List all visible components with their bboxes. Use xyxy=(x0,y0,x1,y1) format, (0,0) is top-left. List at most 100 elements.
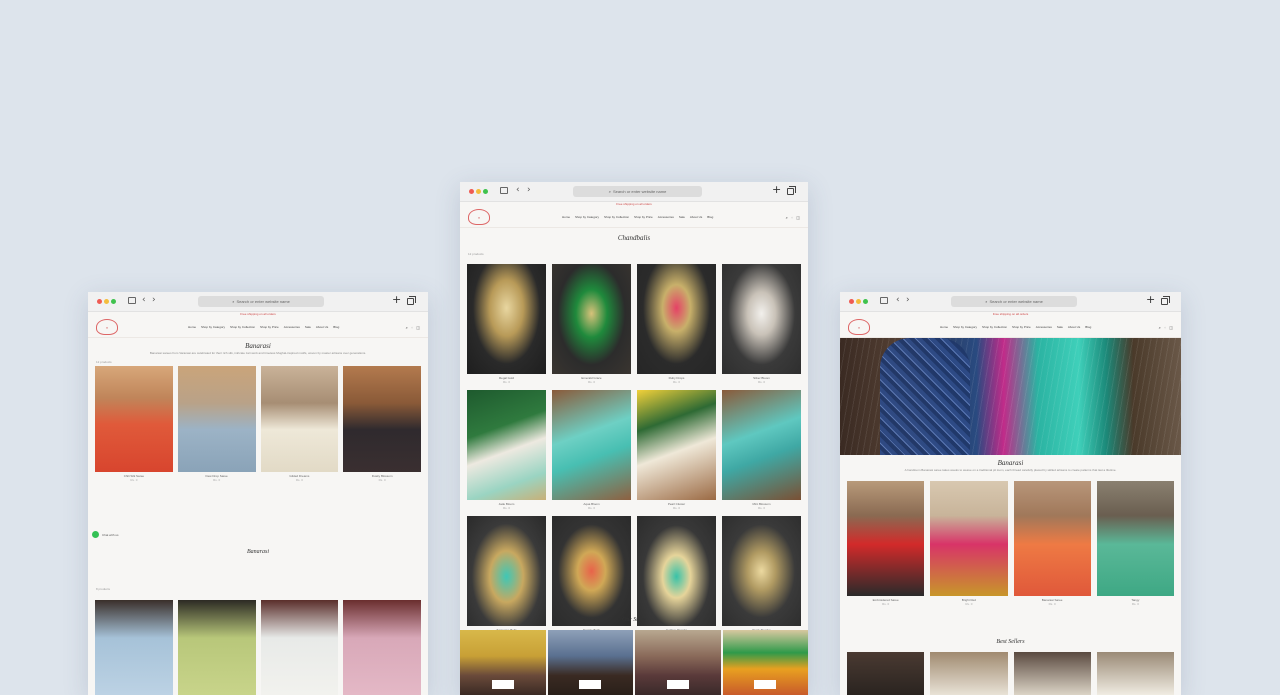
product-card[interactable]: Pearl Cluster Rs. 0 xyxy=(637,390,716,510)
story-photo[interactable] xyxy=(547,630,633,695)
back-icon[interactable]: ‹ xyxy=(896,295,900,305)
new-tab-icon[interactable]: + xyxy=(392,294,401,305)
product-image[interactable] xyxy=(930,481,1008,596)
search-icon[interactable]: ⌕ xyxy=(1159,325,1161,330)
menu-item[interactable]: Shop by Category xyxy=(575,215,599,219)
product-image[interactable] xyxy=(722,264,801,374)
product-card[interactable]: Banarasi Saree Rs. 0 xyxy=(1013,481,1091,606)
menu-item[interactable]: Shop by Price xyxy=(260,325,279,329)
product-card[interactable]: Jade Bloom Rs. 0 xyxy=(467,390,546,510)
product-image[interactable] xyxy=(467,264,546,374)
product-image[interactable] xyxy=(95,600,173,695)
product-image[interactable] xyxy=(1013,481,1091,596)
menu-item[interactable]: Shop by Collection xyxy=(982,325,1007,329)
product-card[interactable]: Silver Bloom Rs. 0 xyxy=(722,264,801,384)
menu-item[interactable]: About Us xyxy=(1068,325,1080,329)
product-image[interactable] xyxy=(637,516,716,626)
product-image[interactable] xyxy=(552,516,631,626)
product-image[interactable] xyxy=(260,366,339,472)
product-card[interactable] xyxy=(1013,652,1091,695)
product-image[interactable] xyxy=(1096,652,1174,695)
sidebar-icon[interactable] xyxy=(128,297,136,304)
account-icon[interactable]: ◦ xyxy=(1164,325,1166,330)
story-photo[interactable] xyxy=(460,630,546,695)
tab-overview-icon[interactable] xyxy=(407,296,416,305)
new-tab-icon[interactable]: + xyxy=(772,184,781,195)
tab-overview-icon[interactable] xyxy=(787,186,796,195)
product-card[interactable] xyxy=(930,652,1008,695)
product-card[interactable]: Aqua Bloom Rs. 0 xyxy=(552,390,631,510)
menu-item[interactable]: Accessories xyxy=(284,325,300,329)
product-image[interactable] xyxy=(930,652,1008,695)
forward-icon[interactable]: › xyxy=(527,185,531,195)
product-image[interactable] xyxy=(552,390,631,500)
new-tab-icon[interactable]: + xyxy=(1146,294,1155,305)
product-image[interactable] xyxy=(847,652,925,695)
minimize-window-dot[interactable] xyxy=(104,299,109,304)
product-image[interactable] xyxy=(1013,652,1091,695)
maximize-window-dot[interactable] xyxy=(111,299,116,304)
story-photo[interactable] xyxy=(635,630,721,695)
minimize-window-dot[interactable] xyxy=(856,299,861,304)
story-photo[interactable] xyxy=(722,630,808,695)
cart-icon[interactable]: ◫ xyxy=(1169,325,1173,330)
forward-icon[interactable]: › xyxy=(906,295,910,305)
tab-overview-icon[interactable] xyxy=(1161,296,1170,305)
product-image[interactable] xyxy=(177,366,256,472)
menu-item[interactable]: Home xyxy=(562,215,570,219)
brand-logo[interactable]: ✦ xyxy=(848,319,870,335)
menu-item[interactable]: Accessories xyxy=(658,215,674,219)
sidebar-icon[interactable] xyxy=(500,187,508,194)
product-card[interactable]: Emerald Grace Rs. 0 xyxy=(552,264,631,384)
cart-icon[interactable]: ◫ xyxy=(416,325,420,330)
product-card[interactable] xyxy=(177,600,256,695)
product-card[interactable]: Chili Silk Saree Rs. 0 xyxy=(95,366,173,482)
product-card[interactable] xyxy=(1096,652,1174,695)
back-icon[interactable]: ‹ xyxy=(142,295,146,305)
minimize-window-dot[interactable] xyxy=(476,189,481,194)
product-card[interactable]: Regal Gold Rs. 0 xyxy=(467,264,546,384)
menu-item[interactable]: Shop by Collection xyxy=(230,325,255,329)
product-card[interactable] xyxy=(343,600,421,695)
forward-icon[interactable]: › xyxy=(152,295,156,305)
product-card[interactable]: Embroidered Saree Rs. 0 xyxy=(847,481,925,606)
menu-item[interactable]: About Us xyxy=(316,325,328,329)
product-image[interactable] xyxy=(1096,481,1174,596)
menu-item[interactable]: Sale xyxy=(305,325,311,329)
menu-item[interactable]: Sale xyxy=(679,215,685,219)
whatsapp-icon[interactable] xyxy=(92,531,99,538)
product-image[interactable] xyxy=(260,600,339,695)
menu-item[interactable]: Home xyxy=(940,325,948,329)
back-icon[interactable]: ‹ xyxy=(516,185,520,195)
product-image[interactable] xyxy=(467,516,546,626)
close-window-dot[interactable] xyxy=(97,299,102,304)
account-icon[interactable]: ◦ xyxy=(411,325,413,330)
product-image[interactable] xyxy=(722,390,801,500)
maximize-window-dot[interactable] xyxy=(863,299,868,304)
product-card[interactable]: Tangy Rs. 0 xyxy=(1096,481,1174,606)
menu-item[interactable]: Shop by Price xyxy=(634,215,653,219)
menu-item[interactable]: Shop by Category xyxy=(201,325,225,329)
menu-item[interactable]: Sale xyxy=(1057,325,1063,329)
cart-icon[interactable]: ◫ xyxy=(796,215,800,220)
product-card[interactable]: Dusky Blossom Rs. 0 xyxy=(343,366,421,482)
product-card[interactable]: Bright Red Rs. 0 xyxy=(930,481,1008,606)
product-card[interactable] xyxy=(95,600,173,695)
product-image[interactable] xyxy=(637,264,716,374)
sidebar-icon[interactable] xyxy=(880,297,888,304)
close-window-dot[interactable] xyxy=(469,189,474,194)
product-image[interactable] xyxy=(177,600,256,695)
menu-item[interactable]: Shop by Price xyxy=(1012,325,1031,329)
menu-item[interactable]: Blog xyxy=(333,325,339,329)
brand-logo[interactable]: ✦ xyxy=(96,319,118,335)
product-card[interactable] xyxy=(847,652,925,695)
product-card[interactable]: Gilded Dreams Rs. 0 xyxy=(260,366,339,482)
product-image[interactable] xyxy=(637,390,716,500)
address-bar[interactable]: ⌕ Search or enter website name xyxy=(951,296,1077,307)
product-card[interactable]: Ruby Drops Rs. 0 xyxy=(637,264,716,384)
search-icon[interactable]: ⌕ xyxy=(406,325,408,330)
product-image[interactable] xyxy=(95,366,173,472)
address-bar[interactable]: ⌕ Search or enter website name xyxy=(573,186,702,197)
menu-item[interactable]: Blog xyxy=(707,215,713,219)
whatsapp-label[interactable]: Chat with us xyxy=(102,533,119,537)
